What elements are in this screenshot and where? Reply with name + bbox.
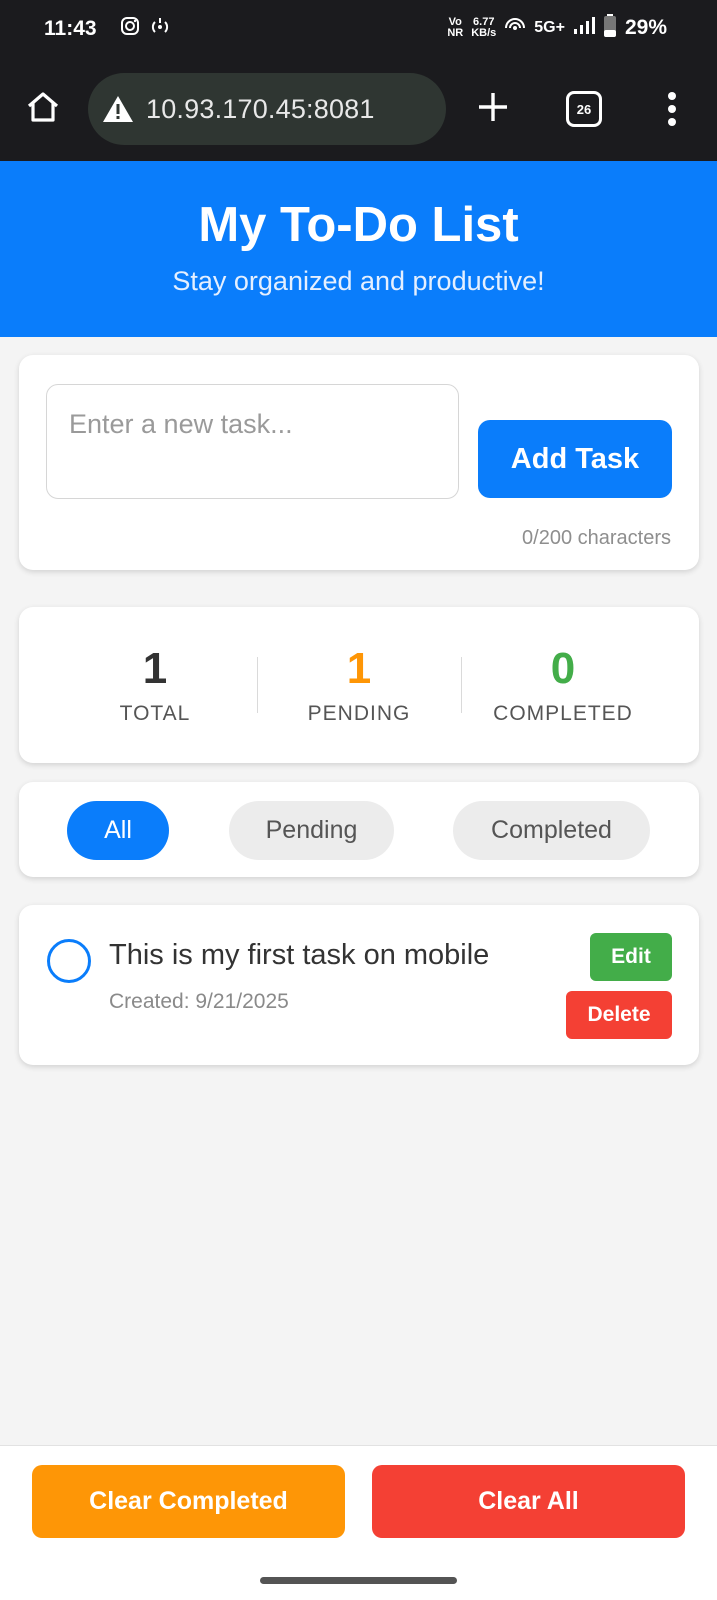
battery-icon	[603, 14, 617, 41]
add-task-card: Add Task 0/200 characters	[19, 355, 699, 570]
warning-icon[interactable]	[100, 91, 136, 127]
stat-pending: 1 PENDING	[258, 644, 461, 726]
add-task-button[interactable]: Add Task	[478, 420, 672, 498]
volte-indicator: Vo NR	[447, 15, 464, 39]
page-subtitle: Stay organized and productive!	[172, 266, 545, 296]
address-bar[interactable]: 10.93.170.45:8081	[88, 73, 446, 145]
task-created-date: Created: 9/21/2025	[109, 990, 289, 1013]
edit-task-button[interactable]: Edit	[590, 933, 672, 981]
clear-all-button[interactable]: Clear All	[372, 1465, 685, 1538]
stat-pending-value: 1	[346, 644, 372, 693]
instagram-icon	[120, 16, 140, 41]
volte-bottom: NR	[447, 26, 464, 39]
network-rate: 6.77 KB/s	[471, 15, 497, 39]
delete-task-button[interactable]: Delete	[566, 991, 672, 1039]
stats-card: 1 TOTAL 1 PENDING 0 COMPLETED	[19, 607, 699, 763]
task-complete-checkbox[interactable]	[47, 939, 91, 983]
stat-pending-label: PENDING	[307, 702, 411, 725]
stat-total-label: TOTAL	[119, 702, 191, 725]
hotspot-icon	[148, 16, 172, 41]
battery-percent: 29%	[624, 15, 667, 39]
status-bar: 11:43 Vo NR 6.77 KB/s 5G+ 29%	[0, 0, 717, 60]
task-item: This is my first task on mobile Created:…	[19, 905, 699, 1065]
app-header: My To-Do List Stay organized and product…	[0, 161, 717, 337]
network-rate-value: 6.77	[473, 15, 495, 28]
new-tab-button[interactable]	[470, 86, 516, 132]
stat-total: 1 TOTAL	[54, 644, 257, 726]
tab-count: 26	[576, 101, 592, 117]
stat-completed-value: 0	[550, 644, 576, 693]
status-left-icons	[120, 16, 172, 41]
stat-completed: 0 COMPLETED	[462, 644, 665, 726]
filter-pending-button[interactable]: Pending	[229, 801, 394, 860]
more-vert-icon[interactable]	[660, 88, 684, 130]
filter-card: All Pending Completed	[19, 782, 699, 877]
stat-total-value: 1	[142, 644, 168, 693]
footer-actions: Clear Completed Clear All	[0, 1445, 717, 1600]
signal-icon	[573, 16, 595, 39]
url-text: 10.93.170.45:8081	[146, 93, 375, 124]
page-title: My To-Do List	[198, 198, 519, 252]
home-button[interactable]	[22, 88, 64, 130]
tabs-button[interactable]: 26	[566, 91, 602, 127]
status-right-icons: Vo NR 6.77 KB/s 5G+ 29%	[447, 14, 667, 41]
clear-completed-button[interactable]: Clear Completed	[32, 1465, 345, 1538]
task-input[interactable]	[46, 384, 459, 499]
plus-icon	[477, 91, 509, 128]
status-time: 11:43	[44, 17, 97, 40]
network-rate-unit: KB/s	[471, 26, 497, 39]
filter-all-button[interactable]: All	[67, 801, 169, 860]
char-count: 0/200 characters	[522, 527, 671, 549]
network-type: 5G+	[534, 18, 565, 36]
stat-completed-label: COMPLETED	[493, 702, 633, 725]
task-text: This is my first task on mobile	[109, 939, 490, 971]
volte-top: Vo	[448, 15, 462, 28]
wifi-icon	[504, 16, 526, 39]
gesture-home-indicator[interactable]	[260, 1577, 457, 1584]
filter-completed-button[interactable]: Completed	[453, 801, 650, 860]
home-icon	[25, 89, 61, 130]
browser-toolbar: 10.93.170.45:8081 26	[0, 60, 717, 161]
